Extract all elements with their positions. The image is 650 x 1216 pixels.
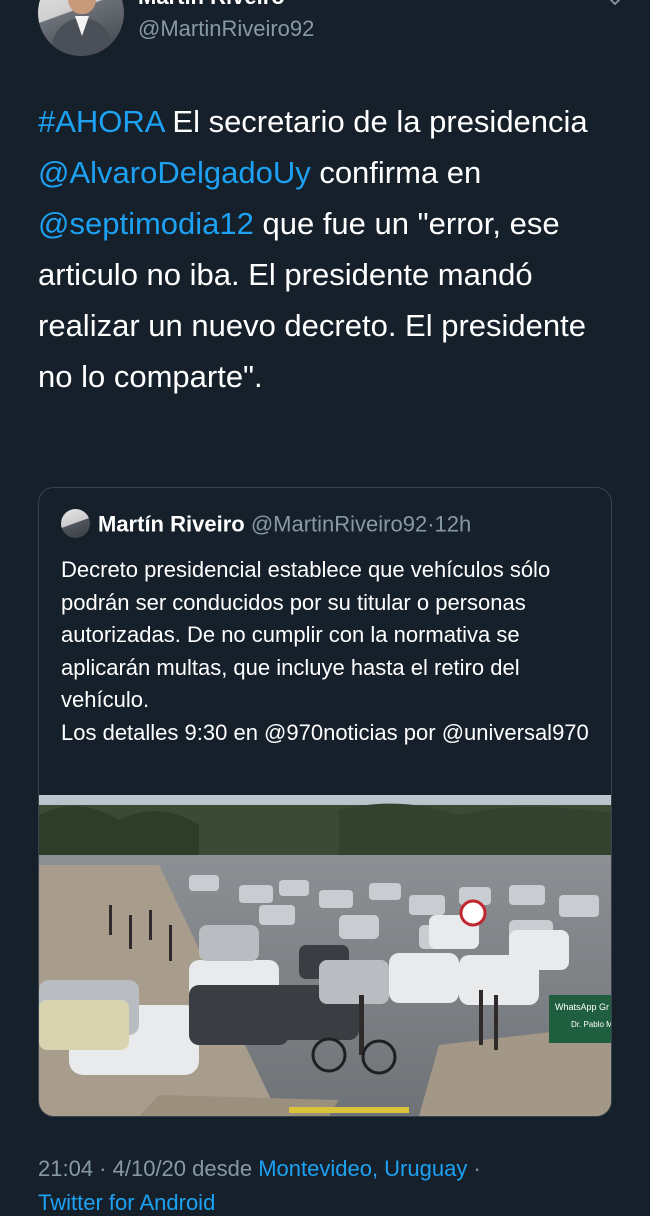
author-avatar[interactable] [38, 0, 124, 56]
tweet-meta: 21:04 · 4/10/20 desde Montevideo, Urugua… [38, 1156, 638, 1182]
quoted-tweet-card[interactable]: Martín Riveiro @MartinRiveiro92·12h Decr… [38, 487, 612, 1117]
mention-link[interactable]: @AlvaroDelgadoUy [38, 155, 311, 190]
separator-dot: · [427, 511, 435, 537]
author-handle[interactable]: @MartinRiveiro92 [138, 16, 314, 42]
meta-separator: · [93, 1156, 113, 1181]
quoted-tweet-text: Decreto presidencial establece que vehíc… [61, 557, 589, 745]
tweet-client-link[interactable]: Twitter for Android [38, 1190, 215, 1216]
sign-text: WhatsApp Gr [555, 1002, 609, 1012]
quoted-author-handle: @MartinRiveiro92 [250, 511, 428, 537]
meta-from: desde [186, 1156, 259, 1181]
meta-separator: · [467, 1156, 481, 1181]
tweet-text: #AHORA El secretario de la presidencia @… [38, 96, 628, 402]
tweet-time: 21:04 [38, 1156, 94, 1181]
author-display-name[interactable]: Martín Riveiro [138, 0, 285, 10]
tweet-location-link[interactable]: Montevideo, Uruguay [258, 1156, 467, 1181]
mention-link[interactable]: @septimodia12 [38, 206, 254, 241]
quoted-tweet-time: 12h [434, 511, 472, 537]
tweet-text-part: confirma en [310, 155, 482, 190]
quoted-tweet-header: Martín Riveiro @MartinRiveiro92·12h [61, 509, 601, 541]
chevron-down-icon[interactable] [608, 0, 622, 8]
hashtag-link[interactable]: #AHORA [38, 104, 164, 139]
tweet-header: Martín Riveiro @MartinRiveiro92 [38, 0, 650, 60]
tweet-text-part: El secretario de la presidencia [163, 104, 588, 139]
quoted-author-avatar [61, 509, 90, 538]
tweet-date: 4/10/20 [112, 1156, 187, 1181]
quoted-tweet-photo[interactable]: WhatsApp Gr Dr. Pablo María [39, 795, 611, 1116]
quoted-author-name: Martín Riveiro [98, 511, 245, 537]
sign-text-2: Dr. Pablo María [571, 1020, 611, 1029]
